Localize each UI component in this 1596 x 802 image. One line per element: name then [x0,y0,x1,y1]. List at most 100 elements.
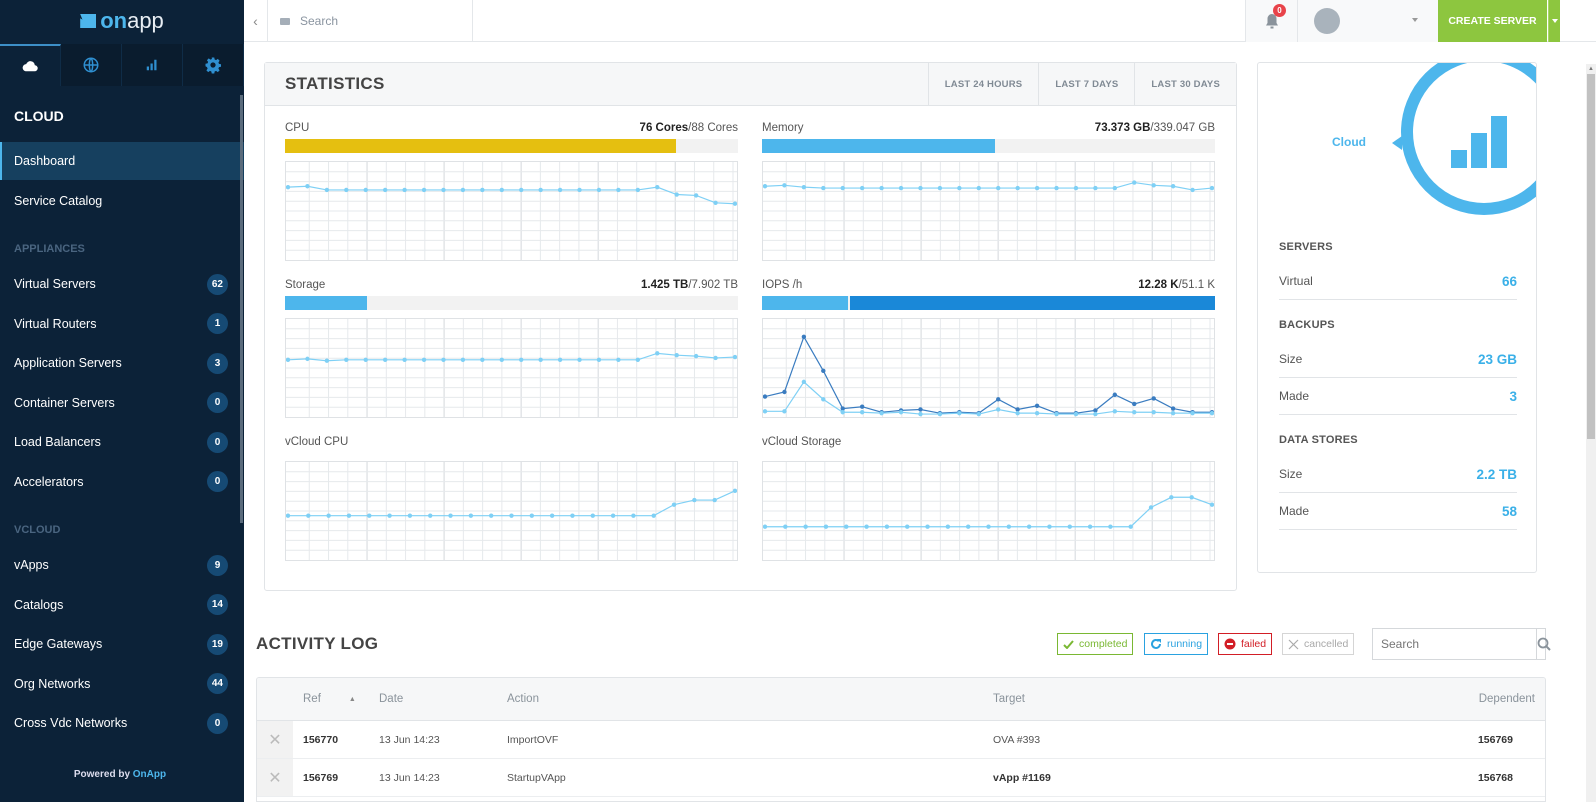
data-point[interactable] [1034,185,1040,191]
data-point[interactable] [763,184,768,189]
filter-completed[interactable]: completed [1057,633,1134,655]
data-point[interactable] [635,187,641,193]
data-point[interactable] [596,187,602,193]
data-point[interactable] [1170,406,1176,411]
table-row[interactable]: ✕ 156770 13 Jun 14:23 ImportOVF OVA #393… [257,721,1545,759]
data-point[interactable] [557,187,563,193]
cancel-task-button[interactable]: ✕ [257,721,293,758]
cancel-task-button[interactable]: ✕ [257,759,293,796]
data-point[interactable] [1015,185,1020,191]
data-point[interactable] [957,185,962,191]
data-point[interactable] [570,513,575,518]
data-point[interactable] [1170,184,1176,189]
data-point[interactable] [986,524,991,529]
data-point[interactable] [1151,396,1156,401]
data-point[interactable] [821,368,826,374]
data-point[interactable] [782,409,787,414]
data-point[interactable] [421,357,427,362]
data-point[interactable] [344,357,349,362]
data-point[interactable] [651,513,656,518]
data-point[interactable] [324,187,330,193]
row-target[interactable]: vApp #1169 [993,759,1051,796]
data-point[interactable] [549,513,555,518]
filter-failed[interactable]: failed [1218,633,1273,655]
data-point[interactable] [1034,410,1040,416]
data-point[interactable] [864,524,869,529]
sidebar-item-org-networks[interactable]: Org Networks 44 [0,665,244,703]
data-point[interactable] [1132,401,1137,407]
filter-cancelled[interactable]: cancelled [1282,633,1355,655]
data-point[interactable] [387,513,392,518]
data-point[interactable] [859,410,865,415]
data-point[interactable] [859,185,865,191]
data-point[interactable] [363,187,368,193]
data-point[interactable] [286,357,291,362]
data-point[interactable] [898,410,904,415]
data-point[interactable] [840,185,845,191]
data-point[interactable] [1190,410,1195,416]
data-point[interactable] [1054,185,1059,191]
data-point[interactable] [674,353,679,358]
data-point[interactable] [1169,495,1174,500]
row-ref[interactable]: 156769 [303,759,338,796]
data-point[interactable] [957,410,962,416]
data-point[interactable] [713,200,718,205]
data-point[interactable] [1112,409,1118,414]
data-point[interactable] [823,524,829,529]
data-point[interactable] [460,187,466,193]
data-point[interactable] [1108,524,1113,529]
data-point[interactable] [441,357,446,362]
global-search[interactable]: Search [268,0,473,42]
data-point[interactable] [1209,502,1214,507]
data-point[interactable] [499,357,504,362]
summary-row-value[interactable]: 58 [1502,504,1517,519]
data-point[interactable] [367,513,372,518]
data-point[interactable] [821,397,826,402]
data-point[interactable] [448,513,453,518]
sidebar-item-service-catalog[interactable]: Service Catalog [0,182,244,220]
data-point[interactable] [937,411,943,417]
data-point[interactable] [344,187,349,193]
data-point[interactable] [1047,524,1052,529]
data-point[interactable] [596,357,602,362]
data-point[interactable] [499,187,504,193]
data-point[interactable] [324,358,330,363]
data-point[interactable] [460,357,466,362]
data-point[interactable] [763,524,768,529]
data-point[interactable] [363,357,368,362]
data-point[interactable] [996,397,1001,402]
data-point[interactable] [428,513,433,518]
data-point[interactable] [1112,392,1118,397]
sidebar-item-vapps[interactable]: vApps 9 [0,546,244,584]
data-point[interactable] [840,410,845,415]
data-point[interactable] [577,357,582,362]
sidebar-item-application-servers[interactable]: Application Servers 3 [0,344,244,382]
data-point[interactable] [763,409,768,414]
data-point[interactable] [693,353,699,359]
data-point[interactable] [1209,185,1214,191]
summary-row-value[interactable]: 66 [1502,274,1517,289]
scrollbar-thumb[interactable] [1587,74,1595,439]
data-point[interactable] [801,184,807,190]
activity-search-input[interactable] [1373,629,1536,659]
sidebar-item-edge-gateways[interactable]: Edge Gateways 19 [0,625,244,663]
data-point[interactable] [655,351,660,356]
data-point[interactable] [1151,410,1156,415]
data-point[interactable] [801,379,807,385]
page-scrollbar[interactable]: ▲ [1586,64,1596,802]
data-point[interactable] [671,502,677,507]
data-point[interactable] [1209,410,1214,416]
data-point[interactable] [402,187,407,193]
data-point[interactable] [1054,411,1059,417]
data-point[interactable] [519,187,524,193]
data-point[interactable] [1034,403,1040,408]
summary-row-value[interactable]: 3 [1509,389,1517,404]
data-point[interactable] [1132,410,1137,415]
tab-network[interactable] [61,44,122,86]
data-point[interactable] [732,201,737,206]
summary-row-value[interactable]: 23 GB [1478,352,1517,367]
data-point[interactable] [976,411,981,417]
tab-settings[interactable] [183,44,244,86]
column-target[interactable]: Target [993,678,1025,720]
data-point[interactable] [480,187,485,193]
